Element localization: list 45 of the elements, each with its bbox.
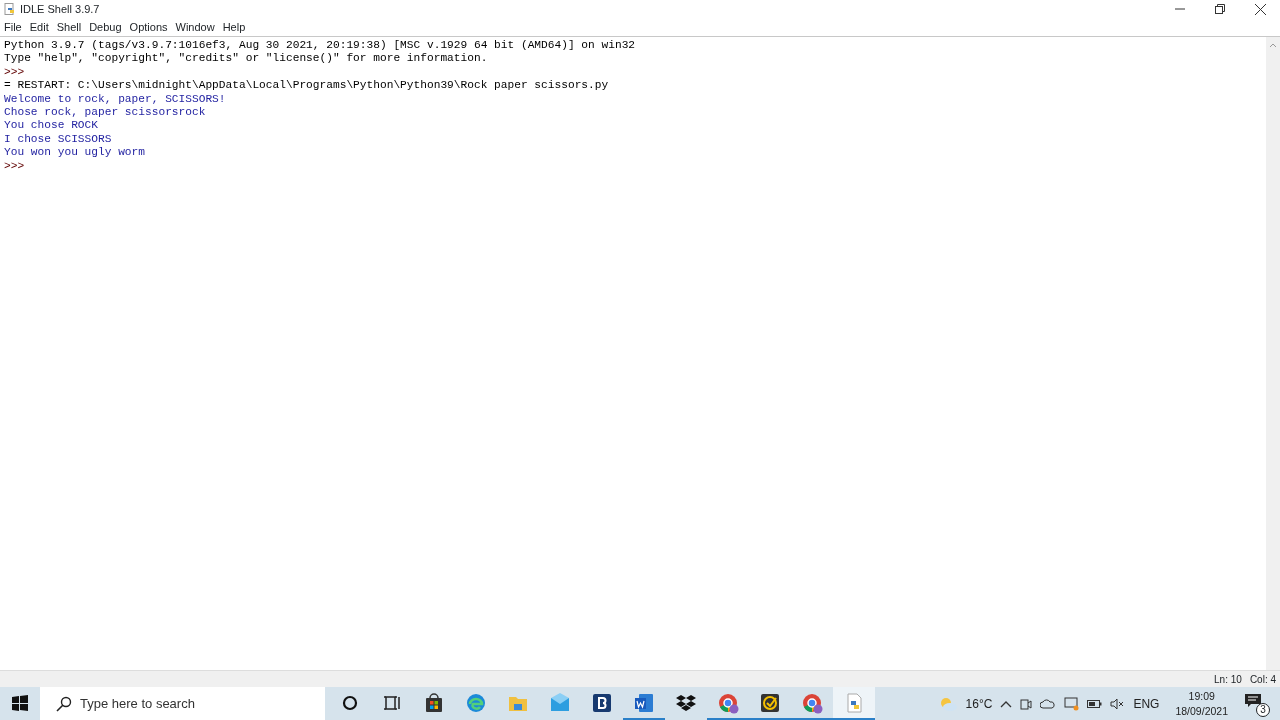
line-indicator: Ln: 10 xyxy=(1214,672,1242,687)
browser-icon xyxy=(717,691,739,714)
muted-speaker-icon[interactable] xyxy=(1110,697,1126,710)
envelope-icon xyxy=(549,691,571,714)
menu-item[interactable]: Shell xyxy=(52,18,86,36)
browser-icon xyxy=(801,691,823,714)
temperature-text[interactable]: 16°C xyxy=(965,694,993,713)
search-field[interactable]: Type here to search xyxy=(40,687,325,720)
display-icon[interactable] xyxy=(1064,696,1080,711)
shell-line: Welcome to rock, paper, SCISSORS! xyxy=(4,92,227,107)
meet-icon[interactable] xyxy=(1020,697,1033,710)
shell-line: >>> xyxy=(4,159,26,174)
browser-icon xyxy=(465,691,487,714)
letter-tile-icon xyxy=(591,691,613,714)
menu-item[interactable]: File xyxy=(0,18,26,36)
windows-logo-icon xyxy=(12,694,28,711)
menu-item[interactable]: Edit xyxy=(25,18,53,36)
shell-line: I chose SCISSORS xyxy=(4,132,113,147)
restore-icon xyxy=(1215,4,1225,14)
shell-line: You won you ugly worm xyxy=(4,146,146,160)
chevron-up-icon[interactable] xyxy=(1000,699,1013,708)
shell-line: Python 3.9.7 (tags/v3.9.7:1016ef3, Aug 30 2021, 20:19:38) [MSC v.1929 64 bit (AMD64)] on win32 xyxy=(4,39,637,53)
shell-line: Chose rock, paper scissorsrock xyxy=(4,106,207,120)
menu-item[interactable]: Help xyxy=(218,18,250,36)
menu-item[interactable]: Window xyxy=(171,18,219,36)
shell-line: You chose ROCK xyxy=(4,119,99,133)
shell-line: Type "help", "copyright", "credits" or "license()" for more information. xyxy=(4,52,489,66)
battery-icon[interactable] xyxy=(1087,698,1103,709)
shell-line: = RESTART: C:\Users\midnight\AppData\Local\Programs\Python\Python39\Rock paper scissors.py xyxy=(4,79,610,93)
column-indicator: Col: 4 xyxy=(1249,672,1276,687)
language-indicator[interactable]: ENG xyxy=(1133,694,1160,713)
close-icon xyxy=(1254,3,1266,15)
search-icon xyxy=(56,695,72,712)
scrollbar[interactable] xyxy=(1266,37,1280,670)
clock[interactable]: 19:09 18/09/2021 xyxy=(1175,688,1228,719)
cloud-icon[interactable] xyxy=(1040,698,1057,709)
menu-item[interactable]: Debug xyxy=(85,18,126,36)
scroll-up-icon xyxy=(1269,41,1277,49)
document-icon xyxy=(633,691,655,714)
python-file-icon xyxy=(4,3,16,15)
shopping-bag-icon xyxy=(423,691,445,714)
menu-item[interactable]: Options xyxy=(125,18,172,36)
window-title: IDLE Shell 3.9.7 xyxy=(20,1,100,17)
shell-line: >>> xyxy=(4,65,26,80)
notification-icon[interactable] xyxy=(1244,693,1262,710)
